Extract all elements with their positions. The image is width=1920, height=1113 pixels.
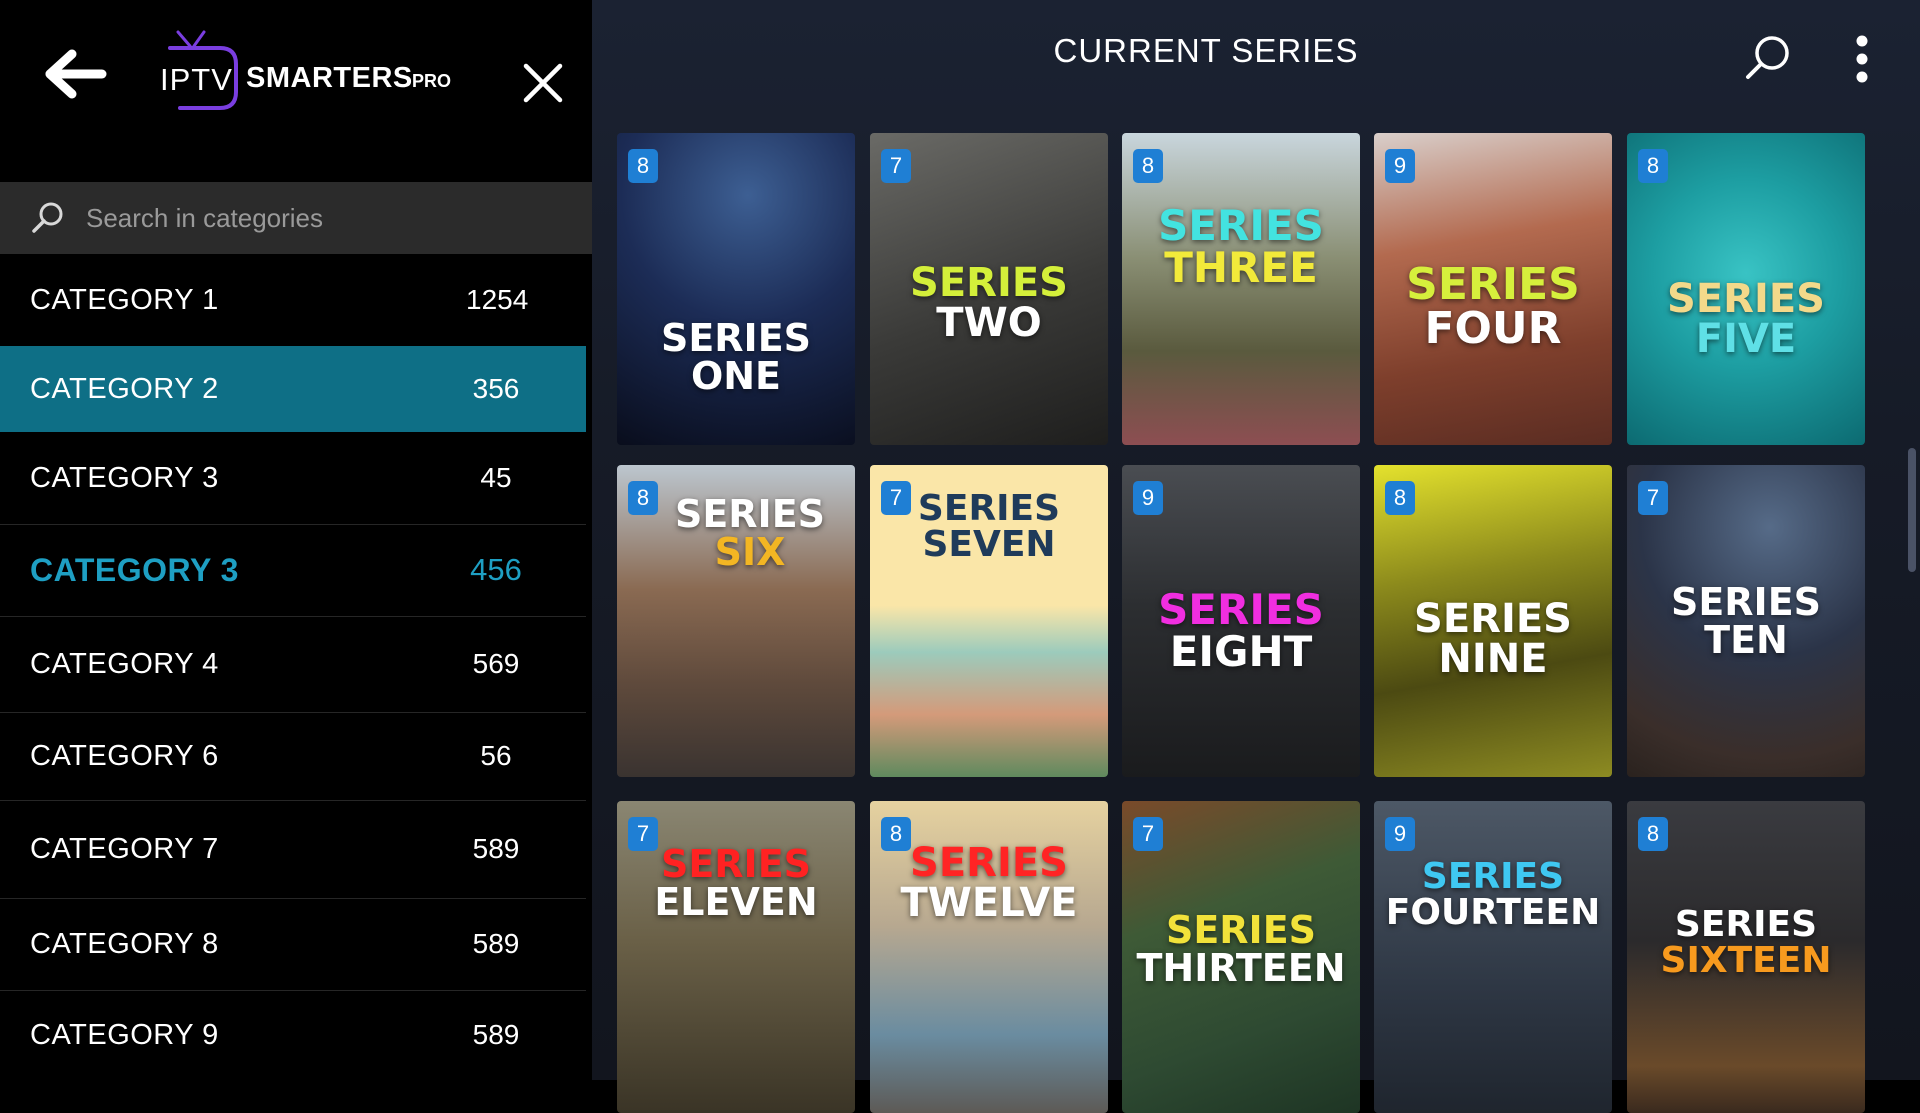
arrow-left-icon: [45, 49, 107, 99]
series-card[interactable]: 9 SERIES FOURTEEN: [1374, 801, 1612, 1113]
rating-badge: 7: [1638, 481, 1668, 515]
category-count: 569: [472, 648, 520, 679]
rating-badge: 7: [881, 149, 911, 183]
logo-smarters-text: SMARTERS: [246, 62, 413, 94]
app-logo: IPTV SMARTERS PRO: [156, 26, 456, 118]
series-card[interactable]: 9 SERIES FOUR: [1374, 133, 1612, 445]
rating-badge: 8: [1133, 149, 1163, 183]
category-count: 589: [472, 1019, 520, 1050]
category-item[interactable]: CATEGORY 3 45: [0, 432, 586, 525]
series-title: SERIES FOURTEEN: [1385, 856, 1601, 933]
category-label: CATEGORY 6: [30, 739, 219, 772]
series-card[interactable]: 7 SERIES SEVEN: [870, 465, 1108, 777]
more-vertical-icon: [1856, 35, 1868, 83]
category-count: 1254: [466, 284, 529, 315]
category-label: CATEGORY 3: [30, 551, 239, 588]
series-title: SERIES ELEVEN: [654, 842, 818, 924]
series-card[interactable]: 8 SERIES ONE: [617, 133, 855, 445]
series-card[interactable]: 7 SERIES TEN: [1627, 465, 1865, 777]
category-item[interactable]: CATEGORY 9 589: [0, 990, 586, 1080]
series-title: SERIES EIGHT: [1158, 585, 1324, 676]
series-title: SERIES THIRTEEN: [1136, 908, 1346, 990]
series-card[interactable]: 7 SERIES TWO: [870, 133, 1108, 445]
series-title: SERIES SIX: [674, 492, 826, 574]
back-button[interactable]: [44, 48, 108, 100]
series-title: SERIES THREE: [1158, 201, 1324, 292]
series-title: SERIES SEVEN: [917, 488, 1061, 565]
category-label: CATEGORY 9: [30, 1018, 219, 1051]
category-item[interactable]: CATEGORY 7 589: [0, 800, 586, 899]
series-card[interactable]: 8 SERIES SIXTEEN: [1627, 801, 1865, 1113]
category-count: 589: [472, 833, 520, 864]
category-item[interactable]: CATEGORY 6 56: [0, 712, 586, 801]
category-item[interactable]: CATEGORY 4 569: [0, 616, 586, 713]
rating-badge: 8: [628, 149, 658, 183]
series-card[interactable]: 7 SERIES THIRTEEN: [1122, 801, 1360, 1113]
category-count: 456: [470, 552, 522, 587]
search-button[interactable]: [1742, 32, 1794, 84]
category-item[interactable]: CATEGORY 1 1254: [0, 254, 586, 347]
series-card[interactable]: 8 SERIES SIX: [617, 465, 855, 777]
category-label: CATEGORY 2: [30, 372, 219, 405]
rating-badge: 8: [1638, 817, 1668, 851]
rating-badge: 8: [1385, 481, 1415, 515]
series-card[interactable]: 8 SERIES TWELVE: [870, 801, 1108, 1113]
series-card[interactable]: 8 SERIES NINE: [1374, 465, 1612, 777]
series-title: SERIES FOUR: [1406, 259, 1580, 354]
series-title: SERIES SIXTEEN: [1660, 904, 1832, 981]
rating-badge: 9: [1133, 481, 1163, 515]
series-title: SERIES TWO: [910, 260, 1068, 346]
category-label: CATEGORY 4: [30, 647, 219, 680]
category-label: CATEGORY 8: [30, 927, 219, 960]
series-panel: CURRENT SERIES 8 SERIES ONE 7 SERIES TWO…: [592, 0, 1920, 1113]
category-count: 45: [480, 462, 512, 493]
series-title: SERIES TEN: [1670, 580, 1822, 662]
series-title: SERIES NINE: [1414, 596, 1572, 682]
category-count: 356: [472, 373, 520, 404]
series-title: SERIES TWELVE: [900, 840, 1078, 926]
category-count: 589: [472, 928, 520, 959]
category-item-selected[interactable]: CATEGORY 2 356: [0, 346, 586, 432]
series-title: SERIES ONE: [660, 316, 812, 398]
rating-badge: 8: [1638, 149, 1668, 183]
more-options-button[interactable]: [1854, 34, 1870, 84]
series-card[interactable]: 9 SERIES EIGHT: [1122, 465, 1360, 777]
category-label: CATEGORY 7: [30, 832, 219, 865]
category-item[interactable]: CATEGORY 8 589: [0, 898, 586, 991]
category-count: 56: [480, 740, 512, 771]
close-button[interactable]: [520, 60, 566, 106]
series-card[interactable]: 8 SERIES THREE: [1122, 133, 1360, 445]
page-title: CURRENT SERIES: [1053, 32, 1359, 69]
series-card[interactable]: 8 SERIES FIVE: [1627, 133, 1865, 445]
rating-badge: 7: [1133, 817, 1163, 851]
close-icon: [523, 63, 563, 103]
search-icon: [1746, 36, 1789, 79]
search-icon: [32, 202, 63, 233]
logo-iptv-text: IPTV: [160, 62, 233, 97]
series-card[interactable]: 7 SERIES ELEVEN: [617, 801, 855, 1113]
category-label: CATEGORY 3: [30, 461, 219, 494]
search-placeholder: Search in categories: [86, 202, 324, 233]
series-title: SERIES FIVE: [1667, 276, 1825, 362]
category-item-focused[interactable]: CATEGORY 3 456: [0, 524, 586, 617]
category-search-input[interactable]: Search in categories: [0, 182, 592, 254]
scrollbar-thumb[interactable]: [1908, 448, 1916, 572]
rating-badge: 9: [1385, 817, 1415, 851]
rating-badge: 9: [1385, 149, 1415, 183]
category-label: CATEGORY 1: [30, 283, 219, 316]
logo-pro-text: PRO: [412, 71, 452, 91]
sidebar: IPTV SMARTERS PRO Search in categories C…: [0, 0, 592, 1080]
